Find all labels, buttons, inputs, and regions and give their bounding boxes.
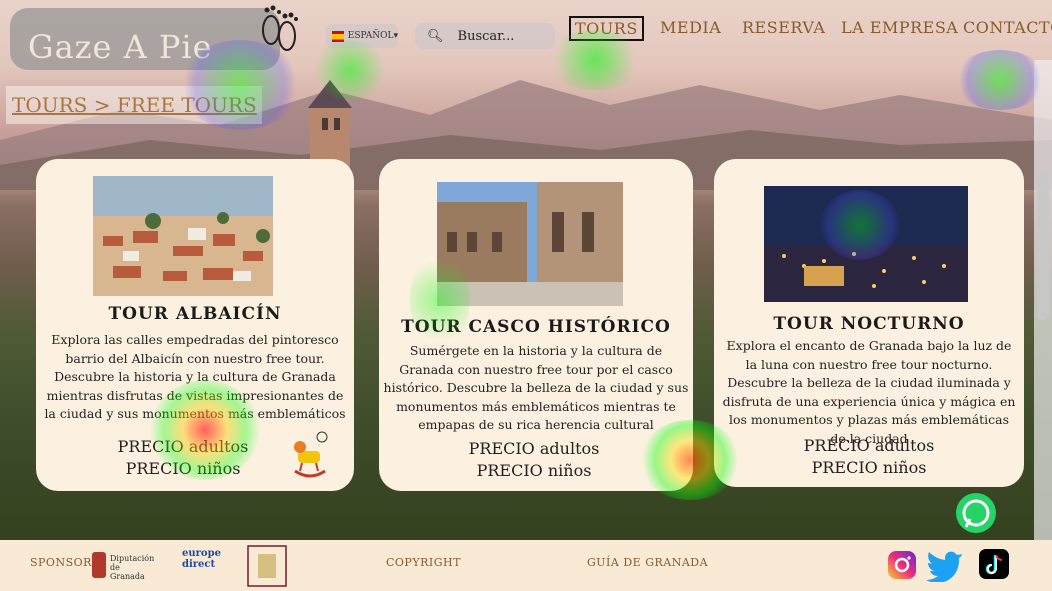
card-title: TOUR ALBAICÍN [108, 304, 282, 324]
site-header: Gaze A Pie ESPAÑOL▾ 🔍︎ Buscar... TOURS M… [0, 0, 1052, 70]
card-description: Explora el encanto de Granada bajo la lu… [722, 338, 1016, 446]
site-footer: SPONSORS Diputación de Granada europe di… [0, 540, 1052, 591]
nav-item-tours[interactable]: TOURS [569, 16, 644, 41]
price-adults: PRECIO adultos [117, 437, 249, 456]
copyright-link[interactable]: COPYRIGHT [386, 556, 461, 569]
price-adults: PRECIO adultos [468, 439, 600, 458]
diputacion-logo[interactable]: Diputación de Granada [92, 550, 154, 581]
price-kids: PRECIO niños [811, 458, 927, 477]
guia-granada-link[interactable]: GUÍA DE GRANADA [587, 556, 708, 569]
card-title: TOUR CASCO HISTÓRICO [401, 317, 671, 337]
card-description: Explora las calles empedradas del pintor… [44, 332, 346, 421]
logo[interactable]: Gaze A Pie [10, 8, 280, 70]
logo-text: Gaze A Pie [28, 28, 213, 66]
nav-item-la-empresa[interactable]: LA EMPRESA [841, 18, 958, 37]
instagram-icon[interactable] [886, 549, 918, 581]
spain-flag-icon [332, 30, 344, 42]
price-kids: PRECIO niños [476, 461, 592, 480]
card-description: Sumérgete en la historia y la cultura de… [383, 343, 689, 432]
albaicin-image [93, 176, 273, 296]
breadcrumb[interactable]: TOURS > FREE TOURS [6, 86, 262, 124]
casco-historico-image [437, 182, 623, 306]
tiktok-icon[interactable] [978, 548, 1010, 580]
whatsapp-icon[interactable] [954, 491, 998, 535]
tower-illustration [308, 80, 352, 168]
scrollbar-thumb[interactable] [1037, 172, 1049, 320]
twitter-icon[interactable] [926, 548, 964, 582]
sponsors-label: SPONSORS [30, 556, 100, 569]
search-input[interactable]: 🔍︎ Buscar... [415, 23, 555, 49]
search-icon: 🔍︎ [427, 28, 444, 44]
europe-direct-logo[interactable]: europe direct [176, 548, 236, 582]
card-title: TOUR NOCTURNO [773, 314, 965, 334]
tour-card-nocturno[interactable]: TOUR NOCTURNO Explora el encanto de Gran… [714, 159, 1024, 487]
rocking-horse-icon [294, 431, 328, 478]
nocturno-image [764, 186, 968, 302]
footprints-icon [262, 5, 298, 51]
price-kids: PRECIO niños [125, 459, 241, 478]
price-adults: PRECIO adultos [803, 436, 935, 455]
tour-card-albaicin[interactable]: TOUR ALBAICÍN Explora las calles empedra… [36, 159, 354, 491]
language-selector[interactable]: ESPAÑOL▾ [326, 24, 398, 48]
tour-card-casco-historico[interactable]: TOUR CASCO HISTÓRICO Sumérgete en la his… [379, 159, 693, 491]
ayuntamiento-logo[interactable] [246, 544, 288, 588]
search-placeholder: Buscar... [457, 28, 515, 44]
nav-item-media[interactable]: MEDIA [660, 18, 721, 37]
nav-item-reserva[interactable]: RESERVA [742, 18, 825, 37]
language-label: ESPAÑOL▾ [347, 31, 398, 41]
nav-item-contacto[interactable]: CONTACTO [963, 18, 1052, 37]
